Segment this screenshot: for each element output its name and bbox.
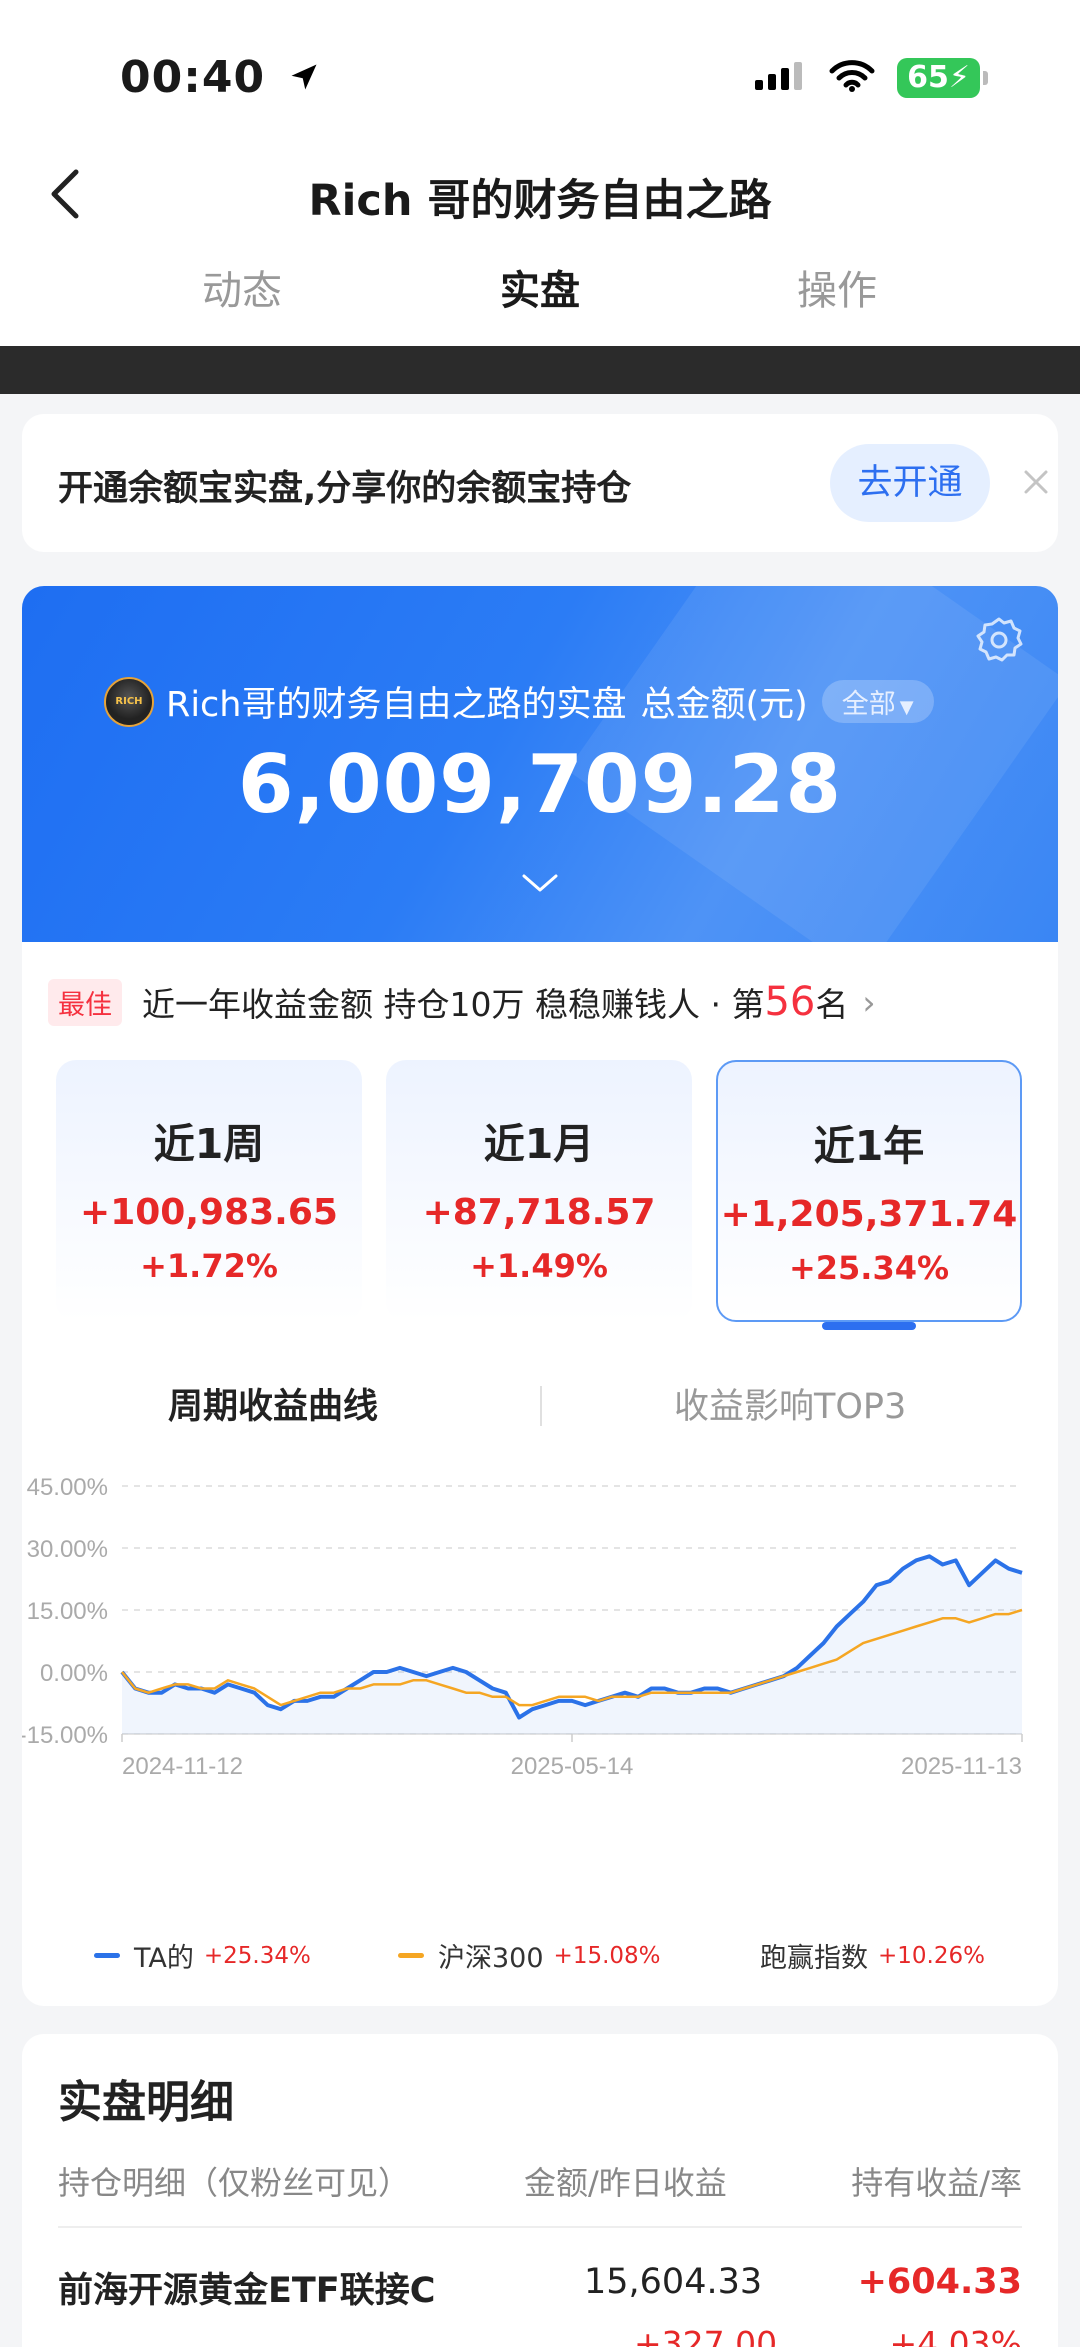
scope-dropdown[interactable]: 全部 ▼ <box>821 680 934 723</box>
divider-bar <box>0 346 1080 394</box>
period-selected-indicator <box>822 1322 916 1330</box>
wifi-icon <box>829 59 875 97</box>
page-title: Rich 哥的财务自由之路 <box>308 176 772 226</box>
total-label: 总金额(元) <box>640 685 808 725</box>
divider <box>58 2226 1022 2228</box>
cellular-signal-icon <box>755 60 807 96</box>
subtab-divider <box>540 1386 542 1426</box>
period-amount: +1,205,371.74 <box>720 1194 1018 1235</box>
enable-button[interactable]: 去开通 <box>830 444 990 522</box>
settings-button[interactable] <box>974 614 1024 664</box>
tab-activity[interactable]: 动态 <box>142 258 342 316</box>
battery-icon: 65⚡ <box>897 58 988 98</box>
tab-bar: 动态 实盘 操作 <box>0 258 1080 328</box>
period-amount: +100,983.65 <box>80 1192 338 1233</box>
period-percent: +1.49% <box>470 1247 608 1285</box>
holding-yesterday-gain: +327.00 <box>634 2324 778 2347</box>
close-button[interactable] <box>1022 456 1062 506</box>
legend-item-outperform: 跑赢指数 +10.26% <box>760 1936 985 1975</box>
avatar[interactable]: RICH <box>104 676 154 727</box>
top-bar: 00:40 65⚡ Rich 哥的财务自由之路 动态 实盘 操作 <box>0 0 1080 346</box>
period-percent: +25.34% <box>788 1249 950 1287</box>
legend-swatch <box>94 1953 120 1958</box>
y-tick-label: 45.00% <box>27 1474 108 1501</box>
holding-name: 前海开源黄金ETF联接C <box>58 2271 436 2311</box>
column-amount: 金额/昨日收益 <box>524 2164 727 2202</box>
holdings-detail: 实盘明细 持仓明细（仅粉丝可见） 金额/昨日收益 持有收益/率 前海开源黄金ET… <box>22 2034 1058 2347</box>
legend-item-hs300: 沪深300 +15.08% <box>398 1936 661 1975</box>
status-icons: 65⚡ <box>755 58 988 98</box>
period-percent: +1.72% <box>140 1247 278 1285</box>
clock-text: 00:40 <box>120 52 266 103</box>
period-amount: +87,718.57 <box>422 1192 656 1233</box>
column-holdings: 持仓明细（仅粉丝可见） <box>58 2164 411 2202</box>
ranking-row[interactable]: 最佳 近一年收益金额 持仓10万 稳稳赚钱人 · 第 56 名 › <box>48 978 876 1026</box>
expand-button[interactable] <box>518 868 562 898</box>
tab-operations[interactable]: 操作 <box>737 258 937 316</box>
portfolio-card: RICH Rich哥的财务自由之路的实盘 总金额(元) 全部 ▼ 6,009,70… <box>22 586 1058 2006</box>
legend-label: 沪深300 <box>438 1943 544 1974</box>
total-amount: 6,009,709.28 <box>237 738 843 831</box>
chevron-down-icon <box>522 874 558 892</box>
promo-banner: 开通余额宝实盘,分享你的余额宝持仓 去开通 <box>22 414 1058 552</box>
ranking-suffix: 名 <box>815 985 849 1024</box>
period-month-card[interactable]: 近1月 +87,718.57 +1.49% <box>386 1060 692 1322</box>
chevron-right-icon: › <box>862 982 876 1022</box>
legend-value: +10.26% <box>878 1942 985 1969</box>
battery-level: 65 <box>907 60 949 95</box>
y-tick-label: 0.00% <box>40 1660 108 1687</box>
portfolio-summary: RICH Rich哥的财务自由之路的实盘 总金额(元) 全部 ▼ 6,009,70… <box>22 586 1058 977</box>
legend-value: +25.34% <box>203 1942 311 1969</box>
y-tick-label: 15.00% <box>27 1598 108 1625</box>
x-tick-label: 2025-11-13 <box>901 1753 1022 1780</box>
period-label: 近1周 <box>153 1120 265 1168</box>
gear-icon <box>976 617 1023 662</box>
period-year-card[interactable]: 近1年 +1,205,371.74 +25.34% <box>716 1060 1022 1322</box>
x-tick-label: 2024-11-12 <box>122 1753 243 1780</box>
promo-text: 开通余额宝实盘,分享你的余额宝持仓 <box>58 469 632 509</box>
legend-label: TA的 <box>134 1943 194 1974</box>
portfolio-header: RICH Rich哥的财务自由之路的实盘 总金额(元) 全部 ▼ <box>104 676 934 727</box>
period-label: 近1年 <box>813 1122 925 1170</box>
tab-return-curve[interactable]: 周期收益曲线 <box>168 1378 378 1429</box>
location-arrow-icon <box>289 52 319 103</box>
holding-gain: +604.33 <box>857 2262 1022 2302</box>
ranking-text: 近一年收益金额 持仓10万 稳稳赚钱人 · 第 <box>142 985 765 1024</box>
legend-value: +15.08% <box>553 1942 661 1969</box>
best-badge: 最佳 <box>48 978 122 1026</box>
return-chart[interactable]: 45.00% 30.00% 15.00% 0.00% -15.00% 2024-11-12… <box>22 1466 1058 1906</box>
scope-label: 全部 <box>841 689 896 720</box>
period-label: 近1月 <box>483 1120 595 1168</box>
legend-swatch <box>398 1953 424 1958</box>
status-time: 00:40 <box>120 52 319 103</box>
period-week-card[interactable]: 近1周 +100,983.65 +1.72% <box>56 1060 362 1322</box>
x-tick-label: 2025-05-14 <box>511 1753 634 1780</box>
legend-item-ta: TA的 +25.34% <box>94 1936 311 1975</box>
ranking-number: 56 <box>764 979 816 1025</box>
holding-amount: 15,604.33 <box>584 2262 763 2302</box>
y-tick-label: 30.00% <box>27 1536 108 1563</box>
close-icon <box>1024 470 1048 494</box>
tab-portfolio[interactable]: 实盘 <box>440 258 640 316</box>
caret-down-icon: ▼ <box>899 697 914 718</box>
portfolio-owner: Rich哥的财务自由之路的实盘 <box>166 685 627 725</box>
holding-gain-rate: +4.03% <box>889 2324 1022 2347</box>
y-tick-label: -15.00% <box>22 1722 108 1749</box>
legend-label: 跑赢指数 <box>760 1943 868 1974</box>
column-gain: 持有收益/率 <box>851 2164 1022 2202</box>
detail-title: 实盘明细 <box>58 2077 234 2128</box>
tab-top3[interactable]: 收益影响TOP3 <box>674 1378 906 1429</box>
